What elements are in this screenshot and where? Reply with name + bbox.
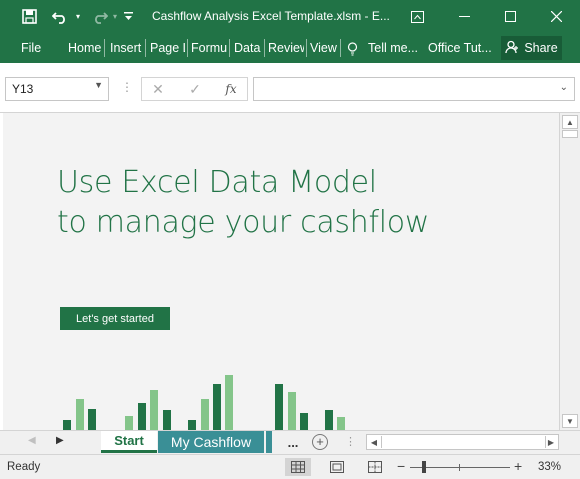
decorative-bar — [150, 390, 158, 430]
decorative-bar — [201, 399, 209, 430]
undo-icon[interactable] — [48, 0, 74, 33]
tab-insert[interactable]: Insert — [110, 33, 143, 63]
tab-separator — [306, 39, 307, 57]
decorative-bar — [88, 409, 96, 430]
share-button[interactable]: Share — [501, 36, 562, 60]
tab-separator — [145, 39, 146, 57]
share-label: Share — [524, 41, 558, 55]
tab-scroll-left-icon[interactable]: ◀ — [28, 435, 36, 446]
decorative-bar — [138, 403, 146, 430]
cancel-icon[interactable]: ✕ — [145, 77, 171, 101]
zoom-in-icon[interactable]: + — [514, 458, 522, 474]
tab-separator — [187, 39, 188, 57]
person-icon — [505, 40, 519, 57]
vertical-scrollbar[interactable]: ▲ ▼ — [559, 113, 580, 430]
tab-separator — [104, 39, 105, 57]
scroll-left-icon[interactable]: ◀ — [367, 435, 381, 449]
drag-handle-icon[interactable]: ⋮ — [121, 80, 133, 94]
tab-scroll-right-icon[interactable]: ▶ — [56, 435, 64, 446]
hscroll-thumb[interactable] — [381, 436, 546, 448]
normal-view-icon[interactable] — [285, 458, 311, 476]
status-bar: Ready − + 33% — [0, 454, 580, 479]
sheet-tab-my-cashflow[interactable]: My Cashflow — [158, 431, 264, 453]
insert-function-button[interactable]: fx — [218, 77, 244, 101]
formula-input[interactable]: ⌄ — [253, 77, 575, 101]
decorative-bar — [63, 420, 71, 430]
worksheet[interactable]: Use Excel Data Model to manage your cash… — [3, 113, 559, 430]
page-layout-view-icon[interactable] — [324, 458, 350, 476]
decorative-bar — [300, 413, 308, 430]
decorative-bar — [213, 384, 221, 430]
horizontal-scrollbar[interactable]: ◀ ▶ — [366, 434, 559, 450]
more-sheets-button[interactable]: ... — [281, 431, 305, 453]
sheet-tab-partial[interactable] — [266, 431, 272, 453]
page-break-view-icon[interactable] — [362, 458, 388, 476]
zoom-out-icon[interactable]: − — [397, 458, 405, 474]
headline: Use Excel Data Model to manage your cash… — [57, 163, 429, 243]
status-text: Ready — [7, 461, 41, 473]
decorative-bar — [337, 417, 345, 430]
expand-formula-icon[interactable]: ⌄ — [560, 82, 568, 93]
tell-me-search[interactable]: Tell me... — [368, 33, 420, 63]
splitter-handle-icon[interactable]: ⋮ — [345, 435, 356, 448]
decorative-bar — [125, 416, 133, 430]
decorative-bar-chart — [63, 375, 345, 430]
window-title: Cashflow Analysis Excel Template.xlsm - … — [152, 9, 390, 23]
decorative-bar — [325, 410, 333, 430]
decorative-bar — [288, 392, 296, 430]
tab-review[interactable]: Review — [268, 33, 304, 63]
chevron-down-icon[interactable]: ▼ — [94, 80, 103, 90]
redo-dropdown-icon[interactable]: ▾ — [110, 0, 120, 33]
tab-office-tutorials[interactable]: Office Tut... — [428, 33, 494, 63]
scroll-down-icon[interactable]: ▼ — [562, 414, 578, 428]
headline-line-2: to manage your cashflow — [57, 205, 430, 240]
scroll-up-icon[interactable]: ▲ — [562, 115, 578, 129]
tab-page-layout[interactable]: Page L — [150, 33, 185, 63]
name-box-value: Y13 — [12, 82, 34, 96]
lightbulb-icon[interactable] — [347, 33, 361, 63]
decorative-bar — [188, 420, 196, 430]
ribbon-display-icon[interactable] — [400, 0, 434, 33]
scroll-right-icon[interactable]: ▶ — [544, 435, 558, 449]
formula-bar: Y13 ▼ ⋮ ✕ ✓ fx ⌄ — [0, 63, 580, 113]
zoom-level[interactable]: 33% — [538, 461, 561, 473]
sheet-tabs-bar: ◀ ▶ Start My Cashflow ... + ⋮ ◀ ▶ — [0, 430, 580, 454]
headline-line-1: Use Excel Data Model — [57, 165, 377, 200]
tab-separator — [340, 39, 341, 57]
tab-separator — [264, 39, 265, 57]
sheet-tab-start[interactable]: Start — [101, 431, 157, 453]
minimize-icon[interactable] — [441, 0, 487, 33]
close-icon[interactable] — [533, 0, 580, 33]
decorative-bar — [76, 399, 84, 430]
zoom-slider-thumb[interactable] — [422, 461, 426, 473]
tab-home[interactable]: Home — [68, 33, 102, 63]
tab-file[interactable]: File — [21, 33, 41, 63]
ribbon-tabs: File Home Insert Page L Formu Data Revie… — [0, 33, 580, 63]
name-box[interactable]: Y13 ▼ — [5, 77, 109, 101]
add-sheet-icon[interactable]: + — [312, 434, 328, 450]
decorative-bar — [275, 384, 283, 430]
title-bar: ▾ ▾ Cashflow Analysis Excel Template.xls… — [0, 0, 580, 33]
zoom-midpoint — [459, 464, 460, 471]
redo-icon[interactable] — [86, 0, 112, 33]
undo-dropdown-icon[interactable]: ▾ — [73, 0, 83, 33]
scroll-thumb[interactable] — [562, 130, 578, 138]
decorative-bar — [163, 410, 171, 430]
get-started-button[interactable]: Let's get started — [60, 307, 170, 330]
decorative-bar — [225, 375, 233, 430]
maximize-icon[interactable] — [487, 0, 533, 33]
enter-icon[interactable]: ✓ — [182, 77, 208, 101]
tab-view[interactable]: View — [310, 33, 338, 63]
save-icon[interactable] — [18, 0, 40, 33]
tab-formulas[interactable]: Formu — [191, 33, 227, 63]
tab-separator — [229, 39, 230, 57]
customize-icon[interactable] — [120, 0, 136, 33]
tab-data[interactable]: Data — [234, 33, 262, 63]
